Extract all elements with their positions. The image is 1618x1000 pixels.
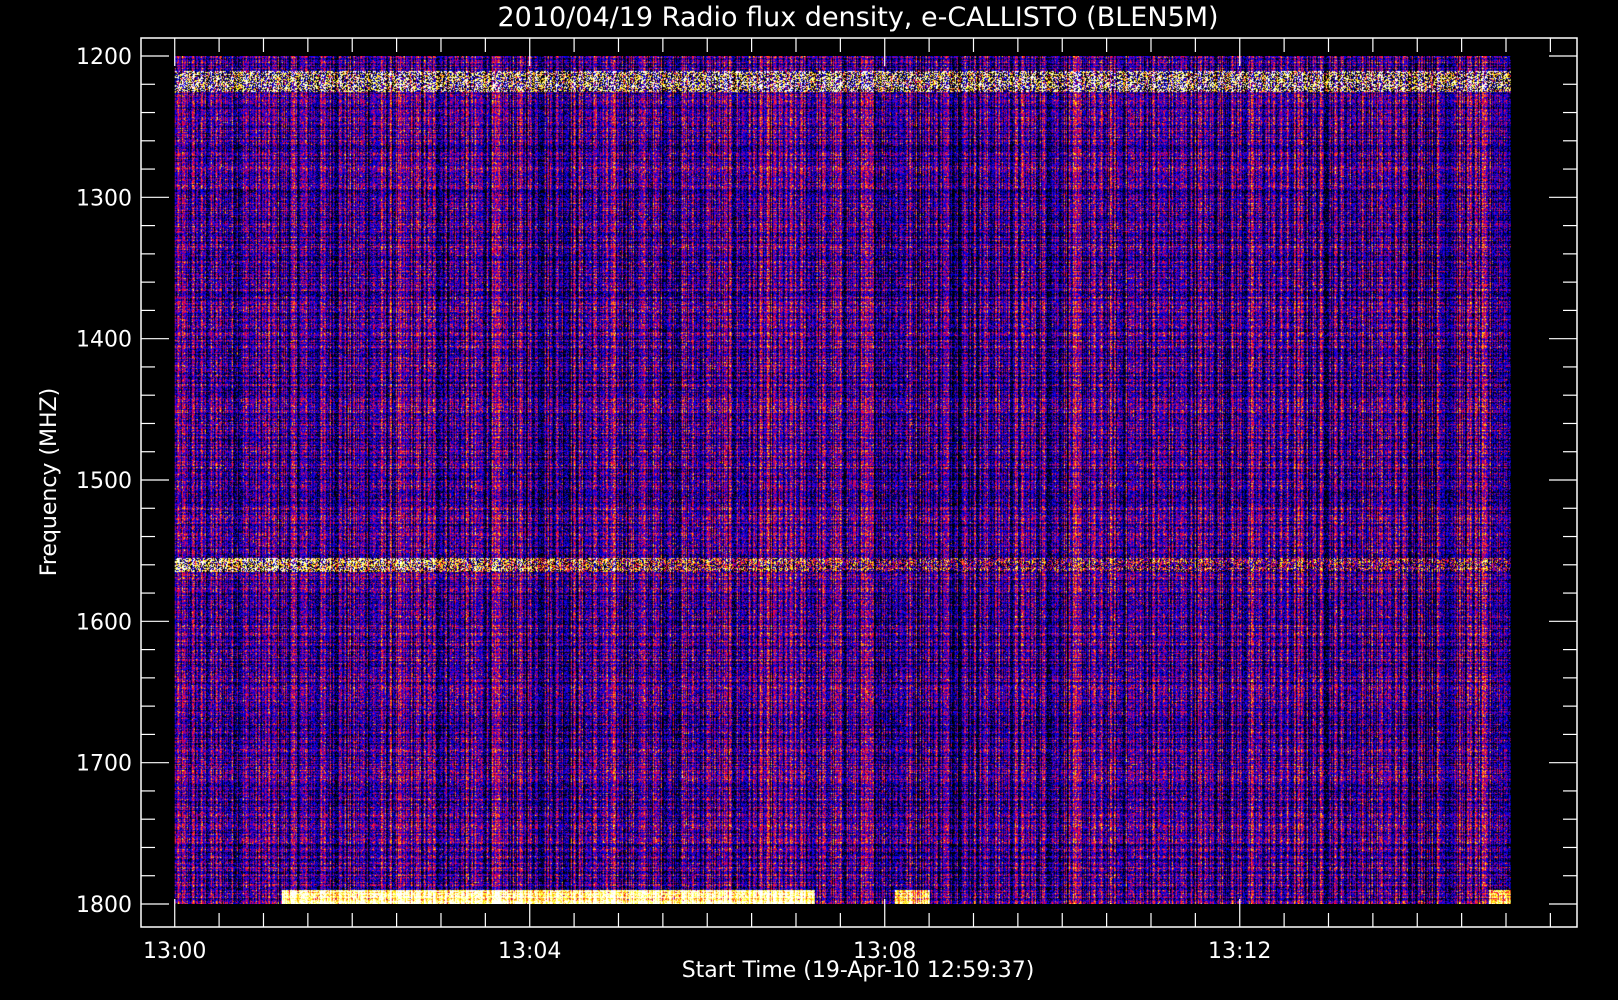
y-tick-label: 1600 <box>76 610 132 635</box>
heatmap-layer <box>174 56 1511 904</box>
chart-title: 2010/04/19 Radio flux density, e-CALLIST… <box>497 2 1218 33</box>
y-axis-label: Frequency (MHZ) <box>37 388 62 576</box>
x-tick-label: 13:00 <box>143 939 206 964</box>
y-tick-label: 1300 <box>76 186 132 211</box>
y-tick-label: 1500 <box>76 469 132 494</box>
x-axis-label: Start Time (19-Apr-10 12:59:37) <box>682 958 1035 983</box>
spectrogram-heatmap <box>174 56 1511 904</box>
spectrogram-chart: 1200 1300 1400 1500 1600 1700 1800 13:00 13:04 13… <box>0 0 1618 1000</box>
y-tick-label: 1700 <box>76 752 132 777</box>
y-tick-label: 1400 <box>76 328 132 353</box>
x-tick-label: 13:04 <box>498 939 561 964</box>
spectrogram-figure: 1200 1300 1400 1500 1600 1700 1800 13:00 13:04 13… <box>0 0 1618 1000</box>
y-tick-label: 1200 <box>76 45 132 70</box>
y-tick-label: 1800 <box>76 893 132 918</box>
x-tick-label: 13:12 <box>1208 939 1271 964</box>
